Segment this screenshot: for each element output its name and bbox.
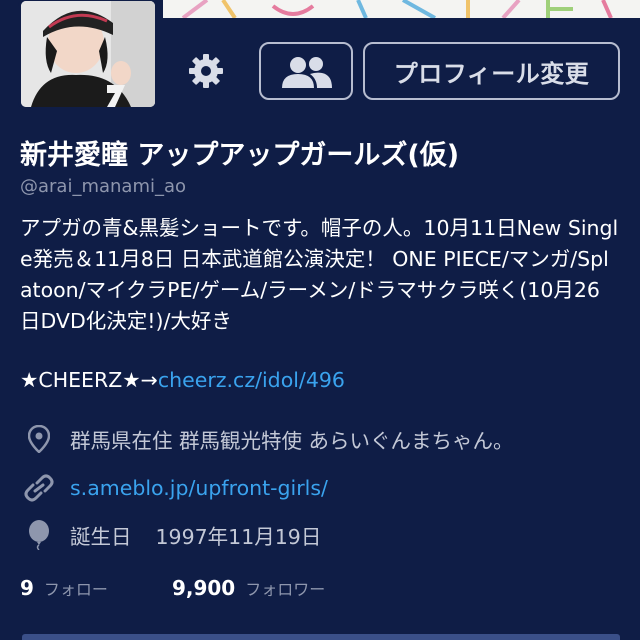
banner-image (163, 0, 640, 18)
birthday-row: 誕生日 1997年11月19日 (22, 520, 321, 550)
user-handle: @arai_manami_ao (20, 176, 187, 197)
following-count: 9 (20, 576, 34, 600)
people-button[interactable] (259, 42, 353, 100)
people-icon (282, 57, 332, 88)
avatar[interactable] (18, 0, 158, 110)
birthday-label: 誕生日 (70, 525, 132, 549)
location-text: 群馬県在住 群馬観光特使 あらいぐんまちゃん。 (70, 429, 514, 453)
location-row: 群馬県在住 群馬観光特使 あらいぐんまちゃん。 (22, 424, 514, 454)
bottom-edge (22, 634, 620, 640)
following-label: フォロー (43, 580, 108, 599)
link-icon (22, 473, 56, 503)
followers-label: フォロワー (245, 580, 326, 599)
cheerz-prefix: ★CHEERZ★→ (20, 368, 158, 392)
settings-button[interactable] (185, 50, 227, 92)
followers-count: 9,900 (171, 576, 236, 600)
profile-bio: アプガの青&黒髪ショートです。帽子の人。10月11日New Single発売＆1… (20, 216, 619, 333)
cheerz-link[interactable]: cheerz.cz/idol/496 (158, 368, 345, 392)
location-pin-icon (22, 424, 56, 454)
followers-stat[interactable]: 9,900 フォロワー (172, 576, 325, 600)
following-stat[interactable]: 9 フォロー (20, 576, 108, 600)
gear-icon (189, 54, 223, 88)
follow-stats: 9 フォロー 9,900 フォロワー (20, 576, 325, 600)
edit-profile-button[interactable]: プロフィール変更 (363, 42, 620, 100)
url-row: s.ameblo.jp/upfront-girls/ (22, 473, 328, 503)
cheerz-line: ★CHEERZ★→cheerz.cz/idol/496 (20, 368, 345, 392)
balloon-icon (22, 520, 56, 550)
edit-profile-label: プロフィール変更 (393, 59, 590, 88)
display-name: 新井愛瞳 アップアップガールズ(仮) (20, 140, 460, 171)
birthday-value: 1997年11月19日 (155, 525, 322, 549)
profile-url-link[interactable]: s.ameblo.jp/upfront-girls/ (70, 476, 328, 500)
